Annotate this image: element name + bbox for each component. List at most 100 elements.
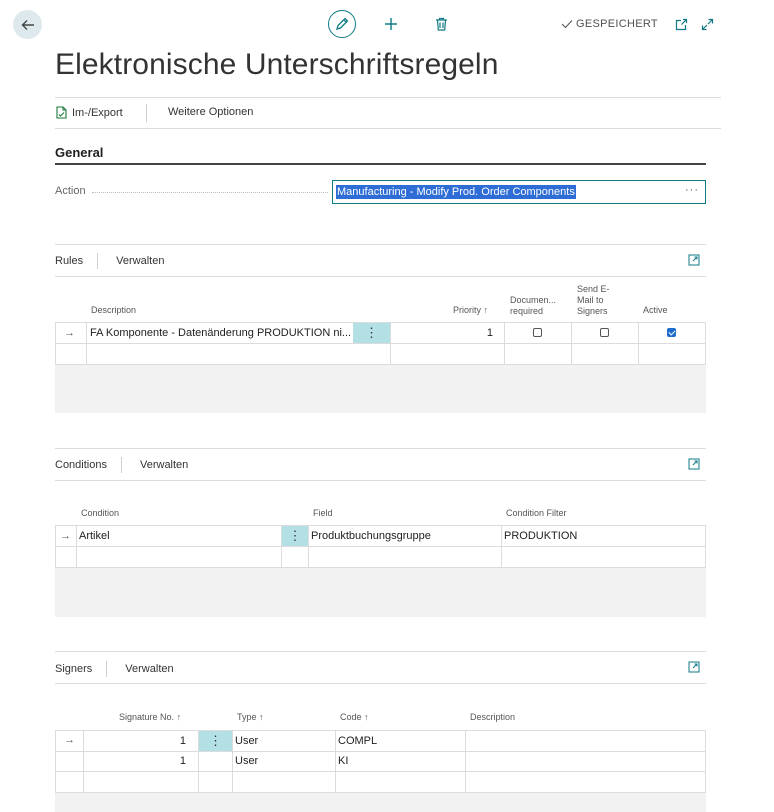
column-header-active[interactable]: Active — [643, 305, 668, 316]
back-button[interactable] — [13, 10, 42, 39]
divider — [55, 683, 706, 684]
grid-line — [55, 525, 56, 567]
active-checkbox[interactable] — [667, 328, 676, 337]
section-underline — [55, 163, 706, 165]
code-cell[interactable]: COMPL — [338, 735, 463, 747]
expand-arrows-icon — [701, 18, 714, 31]
pencil-icon — [336, 17, 349, 30]
grid-line — [55, 771, 706, 772]
rule-priority-cell[interactable]: 1 — [394, 327, 493, 339]
type-cell[interactable]: User — [235, 735, 333, 747]
more-options-action[interactable]: Weitere Optionen — [168, 106, 253, 118]
sort-ascending-icon: ↑ — [483, 305, 489, 315]
column-header-description[interactable]: Description — [91, 305, 136, 316]
column-header-send-email[interactable]: Send E- Mail to Signers — [577, 284, 610, 317]
type-cell[interactable]: User — [235, 755, 333, 767]
page-title: Elektronische Unterschriftsregeln — [55, 48, 499, 81]
open-new-window-button[interactable] — [675, 18, 688, 31]
new-button[interactable] — [384, 17, 398, 31]
grid-line — [465, 730, 466, 792]
condition-cell[interactable]: Artikel — [79, 530, 279, 542]
conditions-manage-action[interactable]: Verwalten — [140, 459, 188, 471]
import-export-label: Im-/Export — [72, 106, 123, 119]
delete-button[interactable] — [435, 17, 448, 31]
vertical-ellipsis-icon: ⋮ — [365, 325, 378, 340]
checkmark-icon — [561, 20, 573, 29]
code-cell[interactable]: KI — [338, 755, 463, 767]
expand-part-icon[interactable] — [688, 254, 700, 266]
column-header-field[interactable]: Field — [313, 508, 333, 519]
column-header-description[interactable]: Description — [470, 712, 515, 723]
divider — [55, 244, 706, 245]
send-email-checkbox[interactable] — [600, 328, 609, 337]
separator — [97, 253, 99, 269]
column-header-signature-no[interactable]: Signature No. ↑ — [119, 712, 181, 723]
excel-export-icon — [56, 106, 67, 119]
column-header-condition-filter[interactable]: Condition Filter — [506, 508, 567, 519]
actionbar-separator — [146, 104, 147, 122]
action-field-value: Manufacturing - Modify Prod. Order Compo… — [336, 185, 576, 199]
grid-line — [55, 730, 706, 731]
lookup-more-button[interactable]: ··· — [685, 184, 699, 196]
grid-line — [501, 525, 502, 567]
column-header-code[interactable]: Code ↑ — [340, 712, 369, 723]
signature-no-cell[interactable]: 1 — [86, 755, 186, 767]
expand-part-icon[interactable] — [688, 661, 700, 673]
signature-no-header-label: Signature No. — [119, 712, 175, 722]
more-options-label: Weitere Optionen — [168, 106, 254, 118]
grid-line — [55, 546, 706, 547]
priority-header-label: Priority — [453, 305, 482, 315]
sort-ascending-icon: ↑ — [364, 712, 369, 722]
grid-line — [55, 730, 56, 792]
grid-line — [705, 322, 706, 364]
signature-no-cell[interactable]: 1 — [86, 735, 186, 747]
expand-part-icon[interactable] — [688, 458, 700, 470]
grid-line — [55, 751, 706, 752]
column-header-priority[interactable]: Priority ↑ — [453, 305, 488, 316]
header-line: Send E- — [577, 284, 610, 294]
condition-filter-cell[interactable]: PRODUKTION — [504, 530, 702, 542]
rules-title[interactable]: Rules — [55, 255, 83, 267]
empty-grid-area — [55, 568, 706, 617]
column-header-condition[interactable]: Condition — [81, 508, 119, 519]
rules-manage-action[interactable]: Verwalten — [116, 255, 164, 267]
row-actions-menu-button[interactable]: ⋮ — [282, 526, 308, 546]
expand-button[interactable] — [701, 18, 714, 31]
saved-label: GESPEICHERT — [576, 18, 658, 30]
row-indicator-arrow-icon: → — [64, 327, 75, 339]
grid-line — [55, 322, 56, 364]
divider — [55, 448, 706, 449]
divider — [55, 97, 721, 98]
import-export-action[interactable]: Im-/Export — [55, 106, 123, 119]
header-line: Documen... — [510, 295, 557, 305]
signers-title[interactable]: Signers — [55, 663, 92, 675]
document-required-checkbox[interactable] — [533, 328, 542, 337]
row-actions-menu-button[interactable]: ⋮ — [199, 731, 232, 751]
action-field-label: Action — [55, 185, 86, 197]
signers-manage-action[interactable]: Verwalten — [125, 663, 173, 675]
header-line: Mail to — [577, 295, 604, 305]
conditions-part-header: Conditions Verwalten — [55, 457, 188, 473]
row-actions-menu-button[interactable]: ⋮ — [353, 323, 390, 343]
general-section-title[interactable]: General — [55, 145, 103, 160]
separator — [120, 457, 122, 473]
divider — [55, 651, 706, 652]
vertical-ellipsis-icon: ⋮ — [288, 528, 302, 543]
column-header-type[interactable]: Type ↑ — [237, 712, 264, 723]
grid-line — [232, 730, 233, 792]
divider — [55, 480, 706, 481]
field-cell[interactable]: Produktbuchungsgruppe — [311, 530, 499, 542]
action-field[interactable]: Manufacturing - Modify Prod. Order Compo… — [332, 180, 706, 204]
trash-icon — [436, 17, 447, 31]
grid-line — [308, 525, 309, 567]
rule-description-cell[interactable]: FA Komponente - Datenänderung PRODUKTION… — [90, 327, 352, 339]
empty-grid-area — [55, 793, 706, 812]
conditions-title[interactable]: Conditions — [55, 459, 107, 471]
column-header-document-required[interactable]: Documen... required — [510, 295, 556, 317]
open-in-new-window-icon — [675, 18, 688, 31]
sort-ascending-icon: ↑ — [259, 712, 264, 722]
grid-line — [76, 525, 77, 567]
field-leader-dots — [92, 192, 328, 193]
edit-button[interactable] — [328, 10, 356, 38]
grid-line — [390, 322, 391, 364]
